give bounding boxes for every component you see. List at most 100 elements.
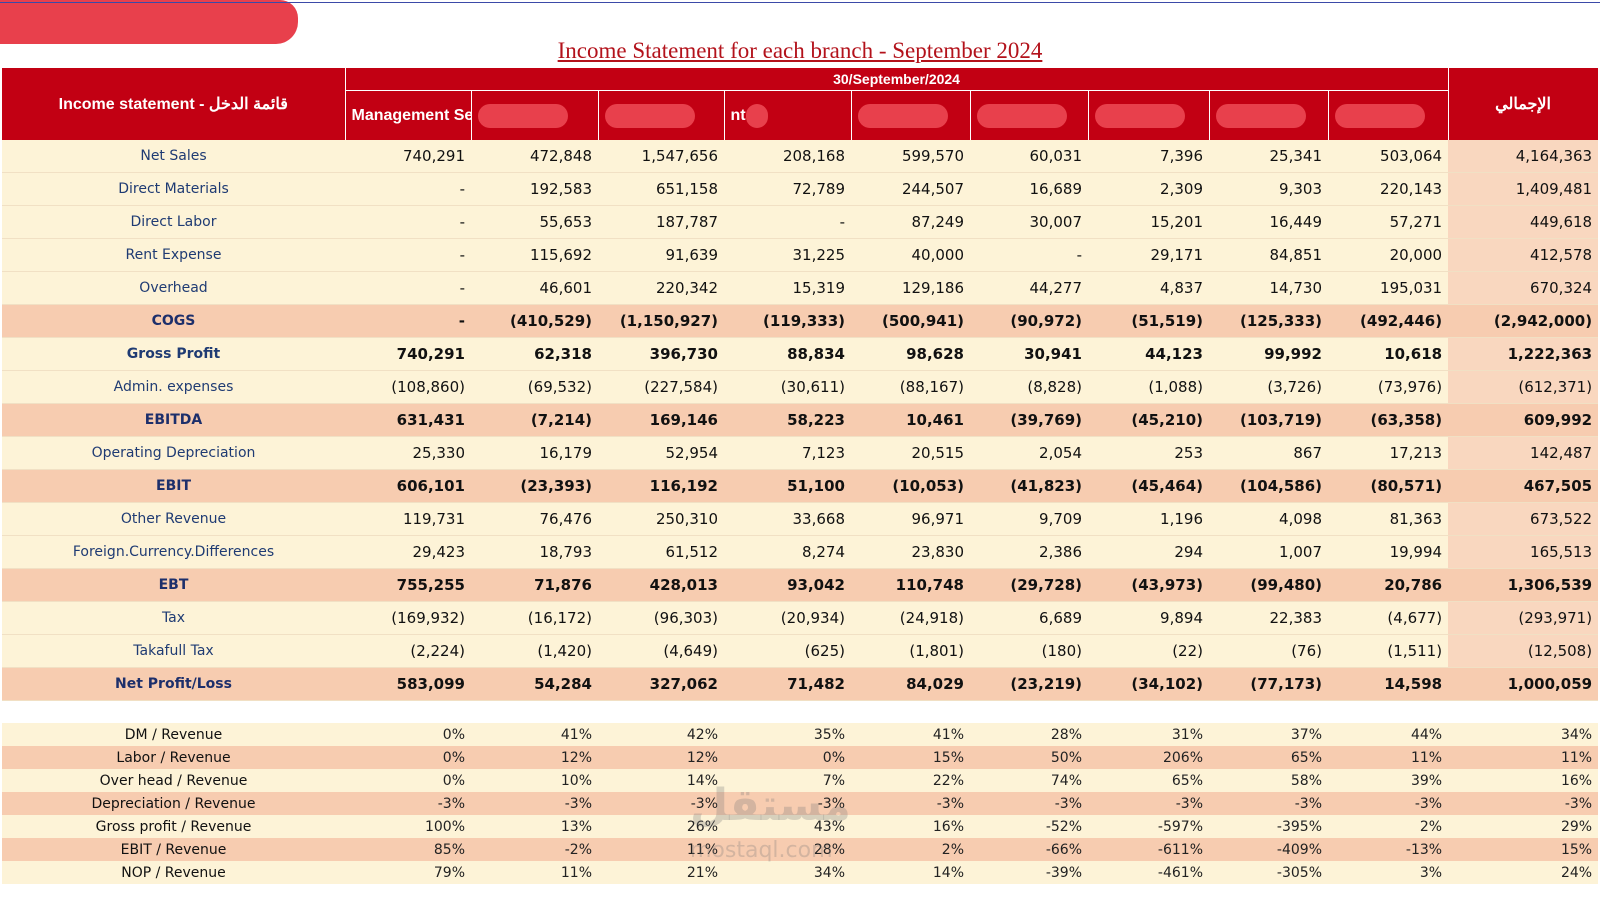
table-cell: 129,186 xyxy=(851,271,970,305)
table-row: Overhead -46,601 220,342 15,319 129,186 44,27… xyxy=(2,271,1599,305)
row-label: COGS xyxy=(2,304,345,338)
table-cell: 9,894 xyxy=(1088,601,1209,635)
table-cell: (45,464) xyxy=(1088,469,1209,503)
spacer-row xyxy=(2,700,1599,723)
table-cell: (625) xyxy=(724,634,851,668)
table-cell: 165,513 xyxy=(1448,535,1599,569)
ratio-cell: 41% xyxy=(471,723,598,746)
table-cell: (29,728) xyxy=(970,568,1088,602)
table-cell: (500,941) xyxy=(851,304,970,338)
table-cell: 1,547,656 xyxy=(598,140,724,173)
table-row: Gross Profit 740,291 62,318 396,730 88,834 98… xyxy=(2,337,1599,371)
row-label: Admin. expenses xyxy=(2,370,345,404)
table-cell: 583,099 xyxy=(345,667,471,701)
table-cell: (73,976) xyxy=(1328,370,1449,404)
table-row: Other Revenue 119,731 76,476 250,310 33,668 9… xyxy=(2,502,1599,536)
table-cell: 187,787 xyxy=(598,205,724,239)
table-cell: 14,730 xyxy=(1209,271,1328,305)
ratio-cell: -395% xyxy=(1209,815,1328,838)
table-cell: (80,571) xyxy=(1328,469,1449,503)
table-cell: 15,201 xyxy=(1088,205,1209,239)
ratio-cell: 24% xyxy=(1448,861,1599,884)
row-label: Foreign.Currency.Differences xyxy=(2,535,345,569)
table-cell: (108,860) xyxy=(345,370,471,404)
table-cell: 84,029 xyxy=(851,667,970,701)
table-cell: 609,992 xyxy=(1448,403,1599,437)
table-cell: 57,271 xyxy=(1328,205,1449,239)
table-cell: 250,310 xyxy=(598,502,724,536)
table-cell: 51,100 xyxy=(724,469,851,503)
redaction-mark xyxy=(745,103,768,128)
table-row: Direct Labor -55,653 187,787-87,249 30,007 1… xyxy=(2,205,1599,239)
table-cell: - xyxy=(970,238,1088,272)
table-cell: 169,146 xyxy=(598,403,724,437)
table-cell: 30,007 xyxy=(970,205,1088,239)
table-cell: 58,223 xyxy=(724,403,851,437)
header-date: 30/September/2024 xyxy=(345,68,1449,91)
ratio-cell: 39% xyxy=(1328,769,1449,792)
table-cell: 244,507 xyxy=(851,172,970,206)
table-row: Rent Expense -115,692 91,639 31,225 40,000-2… xyxy=(2,238,1599,272)
table-cell: (4,677) xyxy=(1328,601,1449,635)
redaction-mark xyxy=(477,103,568,128)
table-cell: 54,284 xyxy=(471,667,598,701)
table-cell: 428,013 xyxy=(598,568,724,602)
table-cell: (22) xyxy=(1088,634,1209,668)
ratio-cell: 11% xyxy=(1328,746,1449,769)
row-label: Takafull Tax xyxy=(2,634,345,668)
branch-header-2 xyxy=(598,90,725,140)
ratio-label: EBIT / Revenue xyxy=(2,838,345,861)
ratio-cell: -2% xyxy=(471,838,598,861)
table-cell: (69,532) xyxy=(471,370,598,404)
table-row: Foreign.Currency.Differences 29,423 18,793… xyxy=(2,535,1599,569)
branch-name: nt xyxy=(730,106,746,124)
table-cell: 98,628 xyxy=(851,337,970,371)
table-cell: - xyxy=(345,238,471,272)
header-total: الإجمالي xyxy=(1448,68,1599,140)
table-cell: 60,031 xyxy=(970,140,1088,173)
row-label: EBIT xyxy=(2,469,345,503)
table-cell: 84,851 xyxy=(1209,238,1328,272)
table-cell: 4,098 xyxy=(1209,502,1328,536)
ratio-label: Over head / Revenue xyxy=(2,769,345,792)
table-cell: (8,828) xyxy=(970,370,1088,404)
table-cell: (39,769) xyxy=(970,403,1088,437)
table-row: Tax (169,932) (16,172) (96,303) (20,934) (24,… xyxy=(2,601,1599,635)
table-cell: 9,709 xyxy=(970,502,1088,536)
ratio-cell: 37% xyxy=(1209,723,1328,746)
table-cell: 22,383 xyxy=(1209,601,1328,635)
row-label: Other Revenue xyxy=(2,502,345,536)
ratio-cell: -3% xyxy=(471,792,598,815)
table-cell: 2,054 xyxy=(970,436,1088,470)
table-cell: 76,476 xyxy=(471,502,598,536)
ratio-row: DM / Revenue 0% 41% 42% 35% 41% 28% 31% 37% 44% 34… xyxy=(2,723,1599,746)
table-cell: 81,363 xyxy=(1328,502,1449,536)
table-cell: 62,318 xyxy=(471,337,598,371)
watermark: مستقل xyxy=(690,780,851,831)
table-cell: 16,179 xyxy=(471,436,598,470)
branch-header-8 xyxy=(1328,90,1449,140)
ratio-row: NOP / Revenue 79% 11% 21% 34% 14% -39% -461% -30… xyxy=(2,861,1599,884)
table-cell: 110,748 xyxy=(851,568,970,602)
table-cell: (227,584) xyxy=(598,370,724,404)
ratio-label: NOP / Revenue xyxy=(2,861,345,884)
table-cell: 23,830 xyxy=(851,535,970,569)
table-cell: 72,789 xyxy=(724,172,851,206)
table-cell: 867 xyxy=(1209,436,1328,470)
table-cell: 294 xyxy=(1088,535,1209,569)
table-cell: (1,511) xyxy=(1328,634,1449,668)
table-cell: 253 xyxy=(1088,436,1209,470)
table-row: Net Sales 740,291 472,848 1,547,656 208,168 5… xyxy=(2,140,1599,173)
ratio-cell: 65% xyxy=(1088,769,1209,792)
row-label: Direct Materials xyxy=(2,172,345,206)
ratio-cell: -3% xyxy=(970,792,1088,815)
table-cell: (103,719) xyxy=(1209,403,1328,437)
ratio-cell: 65% xyxy=(1209,746,1328,769)
table-cell: 19,994 xyxy=(1328,535,1449,569)
ratio-cell: 16% xyxy=(851,815,970,838)
table-cell: (125,333) xyxy=(1209,304,1328,338)
redaction-mark xyxy=(604,103,695,128)
redaction-mark xyxy=(857,103,948,128)
branch-name: Management Services xyxy=(351,107,471,124)
table-cell: (104,586) xyxy=(1209,469,1328,503)
